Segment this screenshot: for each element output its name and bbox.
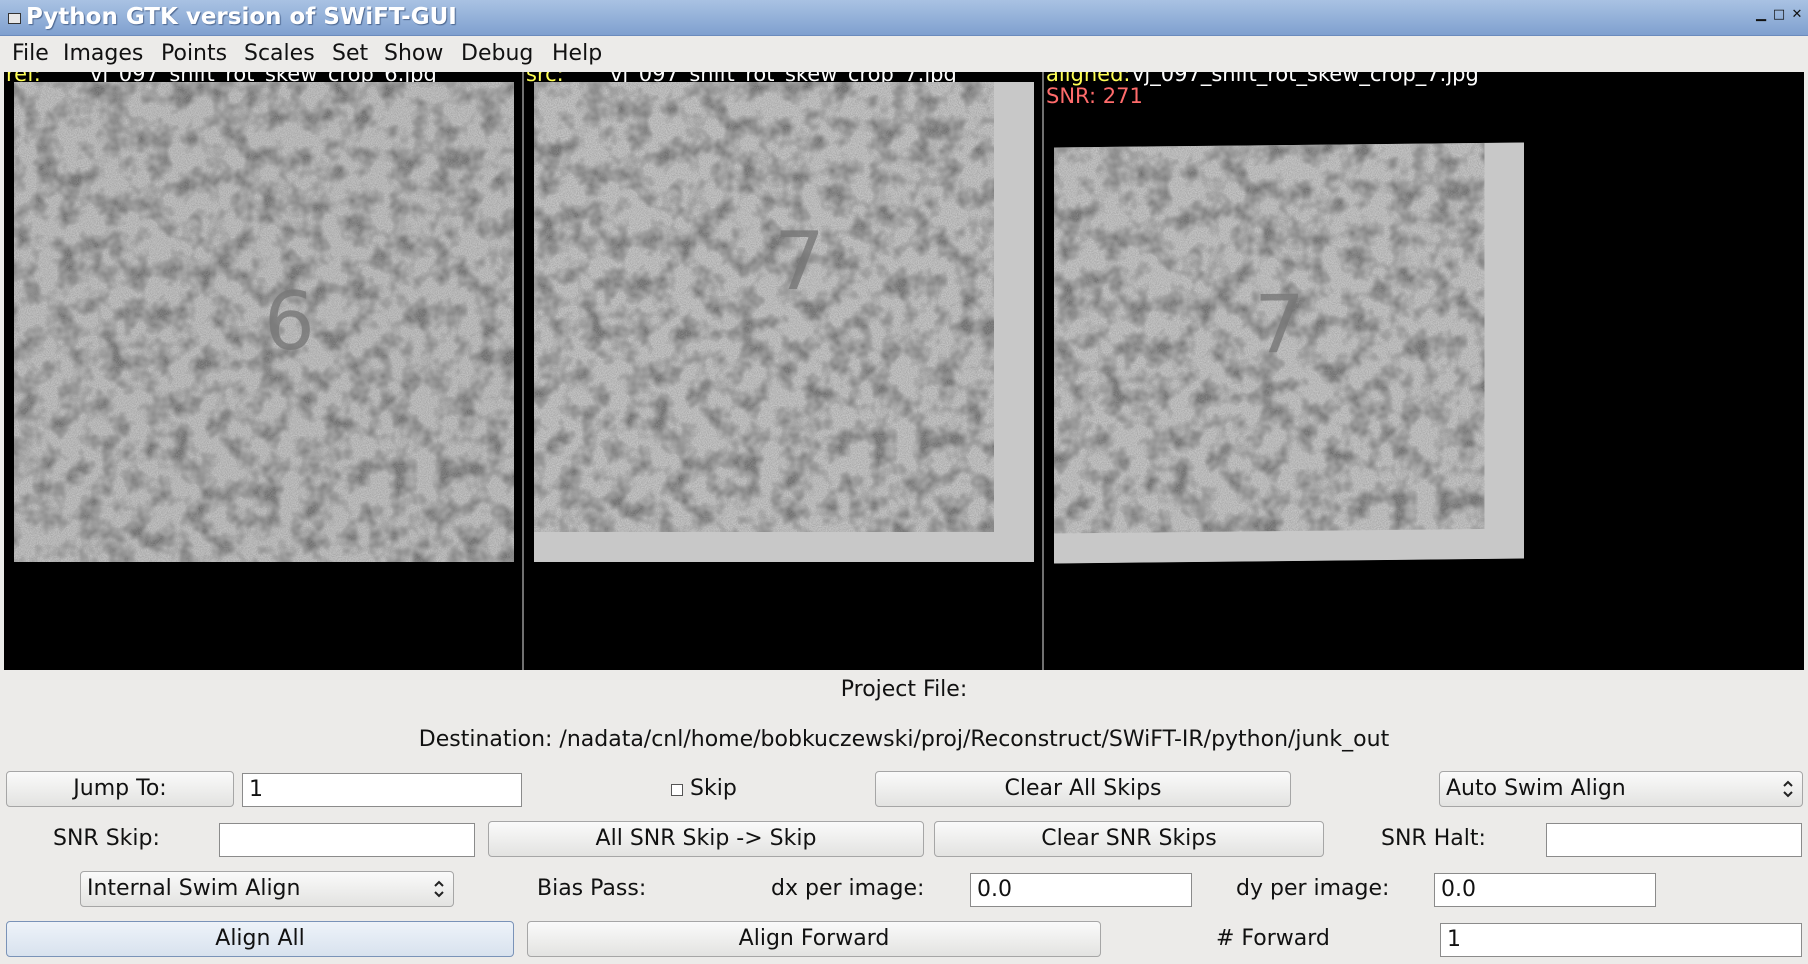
src-image: 7 [534, 82, 1034, 562]
forward-input[interactable]: 1 [1440, 923, 1802, 957]
dx-input[interactable]: 0.0 [970, 873, 1192, 907]
snr-skip-input[interactable] [219, 823, 475, 857]
menu-scales[interactable]: Scales [244, 41, 315, 66]
destination-label: Destination: /nadata/cnl/home/bobkuczews… [418, 727, 1390, 752]
align-all-button[interactable]: Align All [6, 921, 514, 957]
combo-arrows-icon [434, 880, 444, 898]
internal-swim-align-value: Internal Swim Align [87, 876, 301, 901]
auto-swim-align-select[interactable]: Auto Swim Align [1439, 771, 1803, 807]
menu-help[interactable]: Help [552, 41, 602, 66]
dx-label: dx per image: [771, 876, 925, 901]
clear-all-skips-button[interactable]: Clear All Skips [875, 771, 1291, 807]
title-bar[interactable]: Python GTK version of SWiFT-GUI ▁ □ ✕ [0, 0, 1808, 36]
menu-images[interactable]: Images [63, 41, 143, 66]
auto-swim-align-value: Auto Swim Align [1446, 776, 1626, 801]
menu-bar: File Images Points Scales Set Show Debug… [0, 36, 1808, 72]
minimize-icon[interactable]: ▁ [1754, 8, 1768, 22]
combo-arrows-icon [1783, 780, 1793, 798]
project-file-label: Project File: [840, 677, 968, 702]
clear-snr-skips-button[interactable]: Clear SNR Skips [934, 821, 1324, 857]
snr-value: SNR: 271 [1046, 84, 1143, 108]
ref-digit-overlay: 6 [264, 275, 315, 368]
maximize-icon[interactable]: □ [1772, 8, 1786, 22]
menu-show[interactable]: Show [384, 41, 443, 66]
aligned-filename: vj_097_shift_rot_skew_crop_7.jpg [1132, 72, 1479, 86]
ref-panel[interactable]: ref: vj_097_shift_rot_skew_crop_6.jpg 6 [4, 72, 522, 670]
src-digit-overlay: 7 [774, 215, 825, 308]
dy-label: dy per image: [1236, 876, 1390, 901]
align-forward-button[interactable]: Align Forward [527, 921, 1101, 957]
snr-halt-label: SNR Halt: [1381, 826, 1486, 851]
snr-halt-input[interactable] [1546, 823, 1802, 857]
snr-skip-label: SNR Skip: [53, 826, 160, 851]
image-viewer[interactable]: ref: vj_097_shift_rot_skew_crop_6.jpg 6 … [4, 72, 1804, 670]
aligned-image: 7 [1054, 142, 1524, 564]
aligned-digit-overlay: 7 [1254, 277, 1305, 372]
menu-set[interactable]: Set [332, 41, 368, 66]
forward-label: # Forward [1216, 926, 1330, 951]
window-menu-icon[interactable] [8, 13, 21, 24]
window-title: Python GTK version of SWiFT-GUI [26, 4, 457, 30]
aligned-panel[interactable]: aligned: vj_097_shift_rot_skew_crop_7.jp… [1044, 72, 1804, 670]
dy-input[interactable]: 0.0 [1434, 873, 1656, 907]
internal-swim-align-select[interactable]: Internal Swim Align [80, 871, 454, 907]
skip-label[interactable]: Skip [690, 776, 737, 801]
close-icon[interactable]: ✕ [1790, 8, 1804, 22]
ref-image: 6 [14, 82, 514, 562]
jump-to-input[interactable]: 1 [242, 773, 522, 807]
menu-points[interactable]: Points [161, 41, 227, 66]
jump-to-button[interactable]: Jump To: [6, 771, 234, 807]
bias-pass-label: Bias Pass: [537, 876, 647, 901]
all-snr-skip-button[interactable]: All SNR Skip -> Skip [488, 821, 924, 857]
menu-file[interactable]: File [12, 41, 49, 66]
menu-debug[interactable]: Debug [461, 41, 533, 66]
skip-checkbox[interactable] [671, 784, 683, 796]
src-panel[interactable]: src: vj_097_shift_rot_skew_crop_7.jpg 7 [524, 72, 1042, 670]
